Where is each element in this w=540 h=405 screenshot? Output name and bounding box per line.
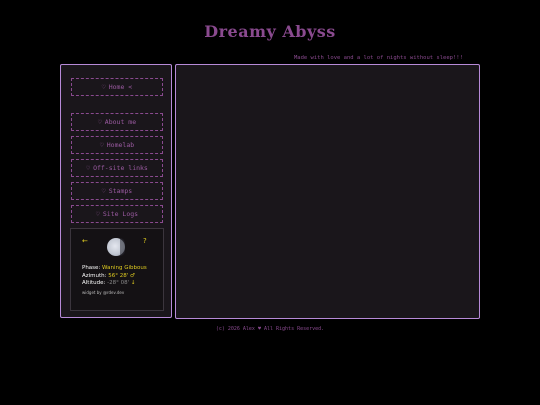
- nav-home-label: Home <: [108, 83, 133, 91]
- site-tagline: Made with love and a lot of nights witho…: [294, 55, 463, 61]
- heart-icon: ♡: [95, 210, 100, 218]
- nav-about-label: About me: [104, 118, 137, 126]
- azimuth-row: Azimuth: 56° 28' ♂: [82, 273, 147, 281]
- main-content-panel: [175, 64, 480, 319]
- nav-homelab-button[interactable]: ♡ Homelab: [71, 136, 163, 154]
- nav-stamps-button[interactable]: ♡ Stamps: [71, 182, 163, 200]
- sidebar: ♡ Home < ♡ About me ♡ Homelab ♡ Off-site…: [60, 64, 172, 318]
- heart-icon: ♡: [97, 118, 102, 126]
- heart-icon: ♡: [101, 187, 106, 195]
- site-title: Dreamy Abyss: [204, 22, 336, 41]
- heart-icon: ♡: [99, 141, 104, 149]
- widget-credit: widget by @rdev.dev: [82, 289, 125, 295]
- down-arrow-icon: ↓: [130, 280, 136, 286]
- nav-about-button[interactable]: ♡ About me: [71, 113, 163, 131]
- moon-phase-widget: ← ? Phase: Waning Gibbous Azimuth: 56° 2…: [70, 228, 164, 311]
- altitude-row: Altitude: -28° 08' ↓: [82, 280, 147, 288]
- nav-stamps-label: Stamps: [108, 187, 133, 195]
- compass-icon: ♂: [130, 272, 135, 279]
- nav-site-logs-label: Site Logs: [102, 210, 139, 218]
- phase-row: Phase: Waning Gibbous: [82, 265, 147, 273]
- nav-home-button[interactable]: ♡ Home <: [71, 78, 163, 96]
- altitude-label: Altitude:: [82, 280, 106, 286]
- nav-homelab-label: Homelab: [106, 141, 135, 149]
- azimuth-label: Azimuth:: [82, 272, 107, 279]
- nav-offsite-links-label: Off-site links: [93, 164, 148, 172]
- heart-icon: ♡: [86, 164, 91, 172]
- altitude-value: -28° 08': [107, 280, 130, 286]
- nav-site-logs-button[interactable]: ♡ Site Logs: [71, 205, 163, 223]
- prev-arrow-icon[interactable]: ←: [82, 237, 88, 245]
- phase-value: Waning Gibbous: [102, 265, 147, 271]
- phase-label: Phase:: [82, 265, 101, 271]
- next-arrow-icon[interactable]: ?: [143, 237, 147, 245]
- footer-copyright: (c) 2026 Alex ♥ All Rights Reserved.: [215, 326, 325, 332]
- azimuth-value: 56° 28': [108, 272, 129, 279]
- nav-offsite-links-button[interactable]: ♡ Off-site links: [71, 159, 163, 177]
- heart-icon: ♡: [101, 83, 106, 91]
- moon-icon: [107, 238, 125, 256]
